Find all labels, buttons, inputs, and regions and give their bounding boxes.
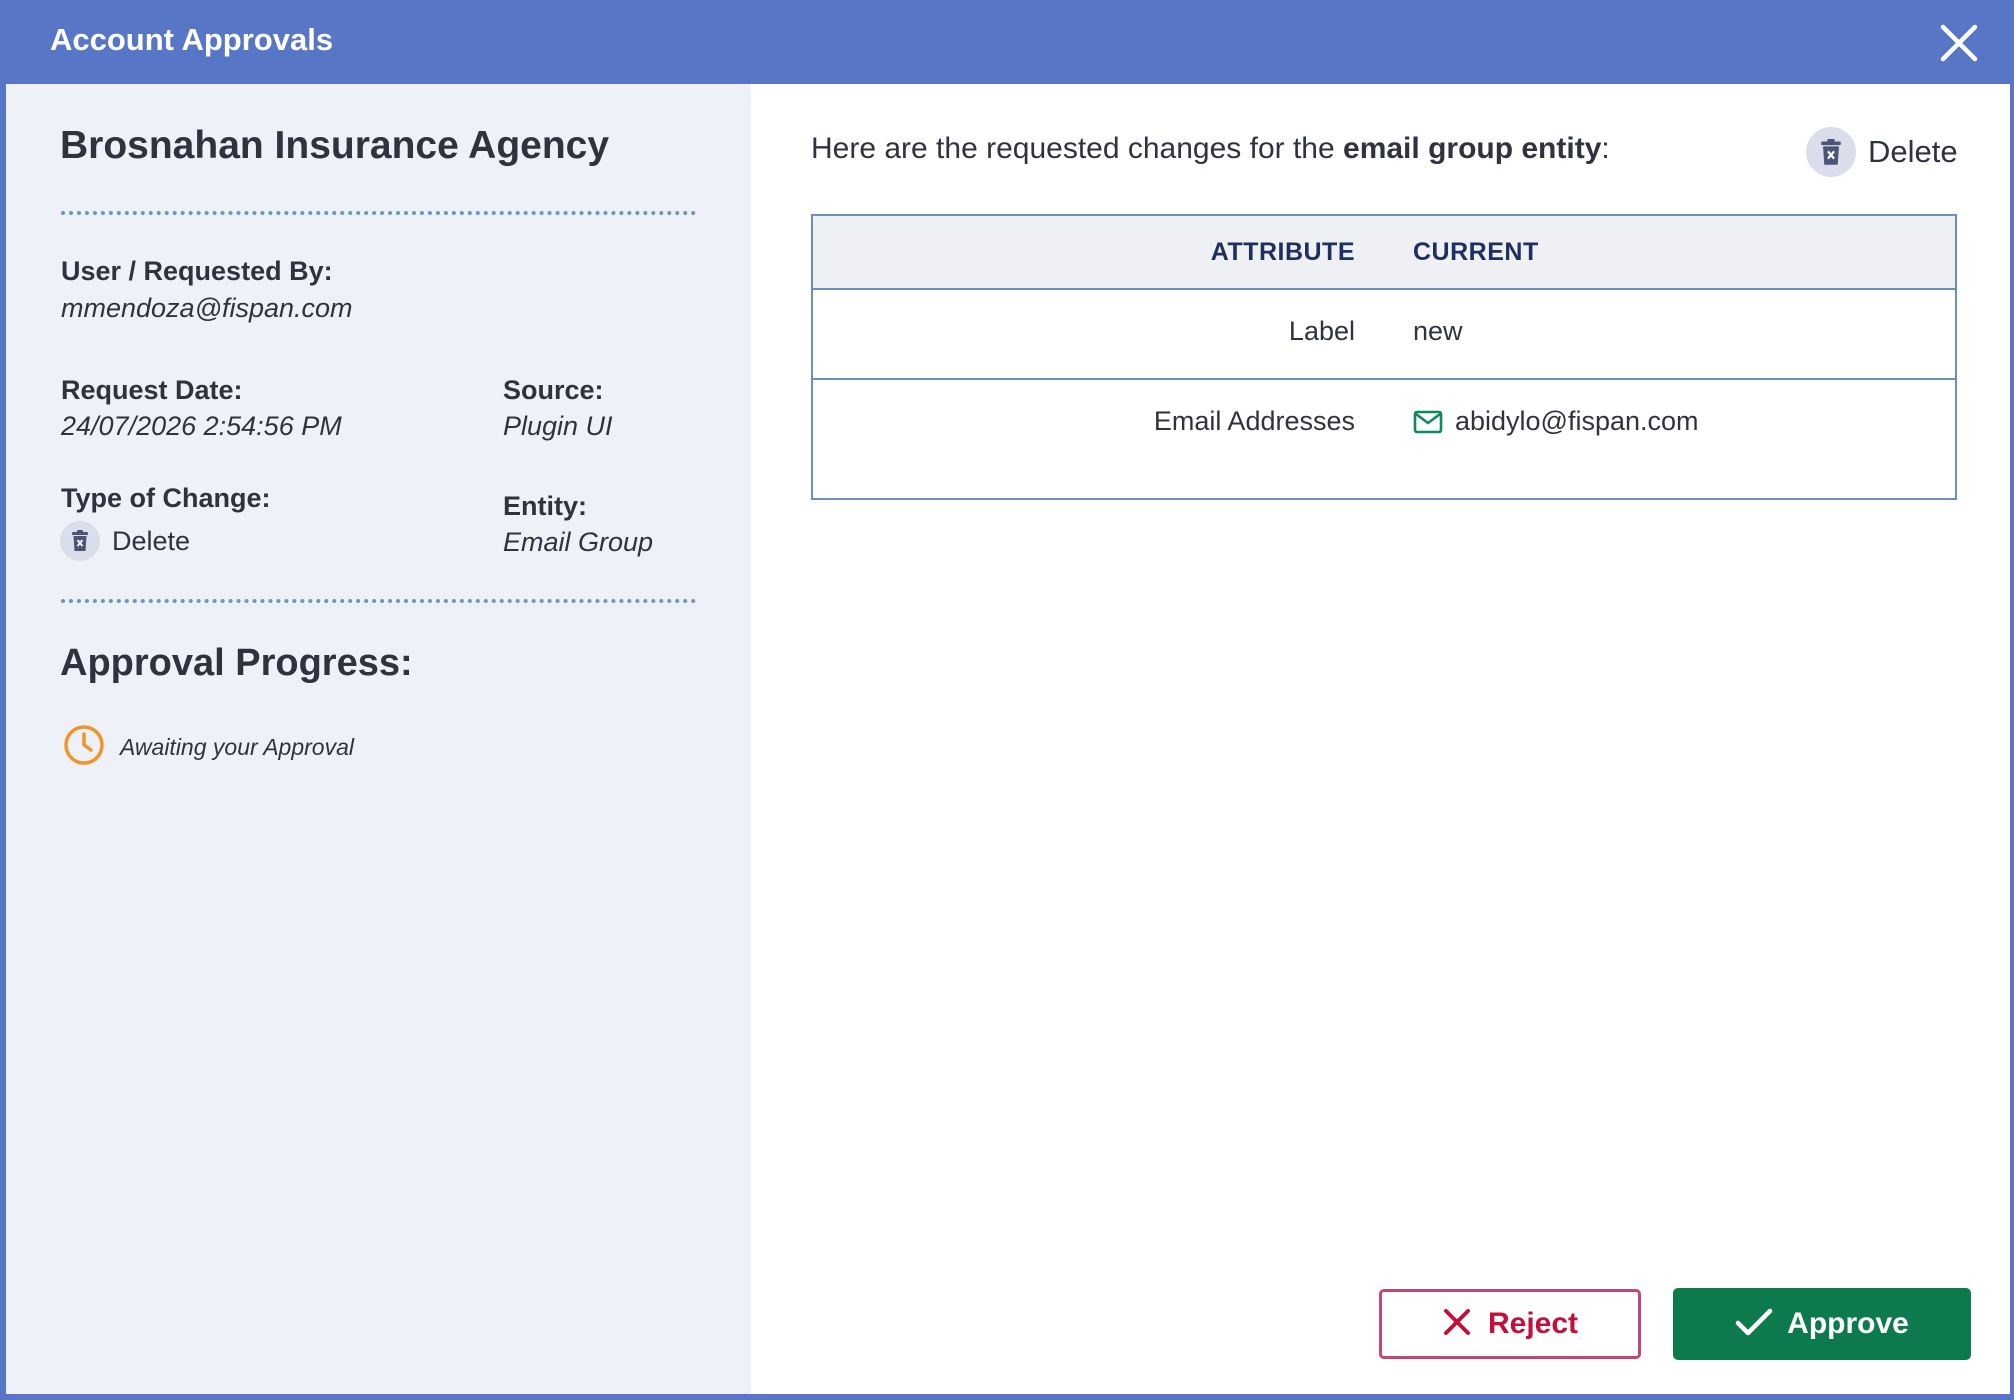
request-date-value: 24/07/2026 2:54:56 PM <box>61 411 342 441</box>
entity-label: Entity: <box>503 491 587 521</box>
dialog-header: Account Approvals <box>0 0 2014 84</box>
column-header-attribute: ATTRIBUTE <box>1210 238 1355 266</box>
request-date-label: Request Date: <box>61 375 243 405</box>
delete-action-label: Delete <box>1868 134 1958 169</box>
delete-action-badge: Delete <box>1806 126 1958 178</box>
type-of-change-label: Type of Change: <box>61 483 271 513</box>
trash-icon <box>60 521 100 561</box>
requested-by-label: User / Requested By: <box>61 256 333 286</box>
changes-panel: Here are the requested changes for the e… <box>751 84 2010 1394</box>
clock-icon <box>62 723 106 772</box>
changes-intro: Here are the requested changes for the e… <box>811 132 1610 166</box>
source-label: Source: <box>503 375 604 405</box>
approval-dialog: Brosnahan Insurance Agency User / Reques… <box>6 84 2010 1394</box>
intro-entity: email group entity <box>1343 132 1602 165</box>
changes-table: ATTRIBUTE CURRENT Label new Email Addres… <box>811 214 1957 500</box>
dialog-title: Account Approvals <box>50 22 334 57</box>
current-cell: new <box>1413 316 1463 347</box>
close-icon[interactable] <box>1936 20 1982 66</box>
divider <box>61 211 696 215</box>
reject-button-label: Reject <box>1487 1307 1579 1340</box>
type-of-change-text: Delete <box>112 525 191 556</box>
table-row: Email Addresses abidylo@fispan.com <box>813 380 1955 498</box>
reject-button[interactable]: Reject <box>1379 1289 1641 1359</box>
request-details-panel: Brosnahan Insurance Agency User / Reques… <box>6 84 751 1394</box>
mail-icon <box>1413 410 1443 434</box>
approve-button-label: Approve <box>1787 1307 1909 1340</box>
close-icon <box>1442 1307 1472 1342</box>
table-row: Label new <box>813 290 1955 380</box>
requested-by-value: mmendoza@fispan.com <box>61 293 353 323</box>
current-cell: abidylo@fispan.com <box>1413 406 1699 437</box>
column-header-current: CURRENT <box>1413 238 1539 266</box>
approval-status-text: Awaiting your Approval <box>120 733 354 760</box>
source-value: Plugin UI <box>503 411 613 441</box>
attribute-cell: Email Addresses <box>1153 406 1355 436</box>
current-value: abidylo@fispan.com <box>1455 406 1699 436</box>
approve-button[interactable]: Approve <box>1673 1288 1971 1360</box>
trash-icon <box>1806 127 1856 177</box>
intro-prefix: Here are the requested changes for the <box>811 132 1344 165</box>
approval-progress-title: Approval Progress: <box>60 642 413 684</box>
type-of-change-value: Delete <box>60 520 190 562</box>
divider <box>61 599 696 603</box>
entity-value: Email Group <box>503 527 654 557</box>
company-name: Brosnahan Insurance Agency <box>60 124 610 167</box>
attribute-cell: Label <box>1288 316 1355 346</box>
current-value: new <box>1413 316 1463 346</box>
intro-suffix: : <box>1601 132 1610 165</box>
approval-progress-status: Awaiting your Approval <box>62 724 354 770</box>
check-icon <box>1735 1307 1773 1342</box>
table-header: ATTRIBUTE CURRENT <box>813 216 1955 290</box>
